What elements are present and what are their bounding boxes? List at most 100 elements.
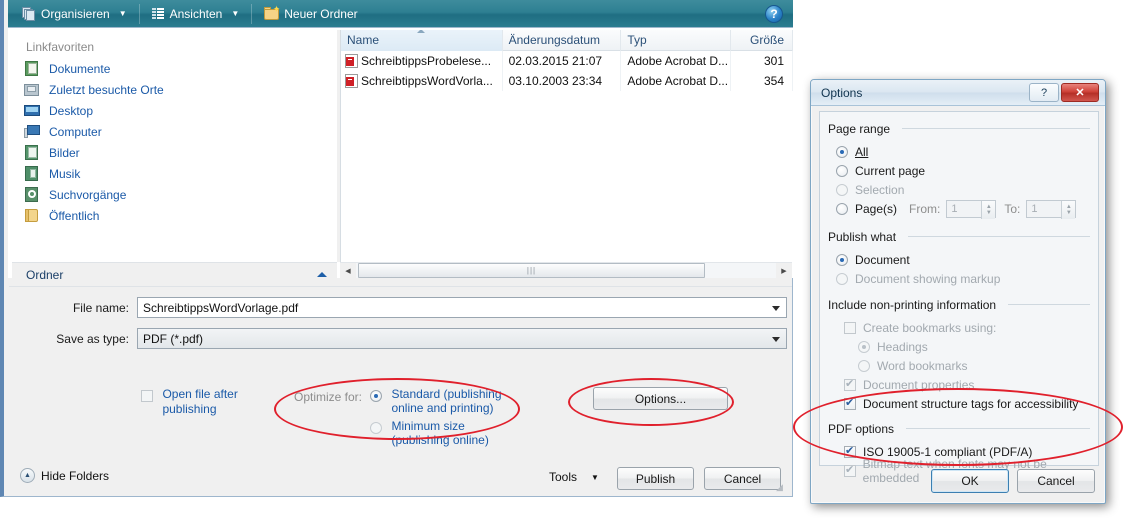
- iso-compliant-checkbox[interactable]: [844, 444, 856, 458]
- structure-tags-option[interactable]: Document structure tags for accessibilit…: [844, 394, 1098, 413]
- new-folder-button[interactable]: ✦ Neuer Ordner: [258, 2, 363, 26]
- page-range-selection-label: Selection: [855, 182, 905, 197]
- chevron-up-icon[interactable]: [317, 272, 327, 277]
- page-range-selection-radio: [836, 183, 848, 196]
- sidebar-item-label: Öffentlich: [49, 208, 100, 223]
- collapse-up-icon: ▲: [20, 468, 35, 483]
- page-range-all-radio[interactable]: [836, 145, 848, 158]
- sidebar-item-zuletzt-besuchte-orte[interactable]: Zuletzt besuchte Orte: [12, 79, 337, 100]
- sidebar-item-suchvorgaenge[interactable]: Suchvorgänge: [12, 184, 337, 205]
- column-header-type[interactable]: Typ: [621, 30, 732, 51]
- bitmap-text-checkbox: [844, 463, 856, 477]
- page-range-current-radio[interactable]: [836, 164, 848, 177]
- navigation-pane: Linkfavoriten Dokumente Zuletzt besuchte…: [12, 32, 337, 260]
- views-button[interactable]: Ansichten ▼: [146, 2, 246, 26]
- sidebar-item-computer[interactable]: Computer: [12, 121, 337, 142]
- publish-markup-label: Document showing markup: [855, 271, 1001, 286]
- spinner-arrows-icon[interactable]: ▲ ▼: [1061, 200, 1076, 219]
- optimize-for-label: Optimize for:: [294, 388, 362, 406]
- save-as-dialog: Organisieren ▼ Ansichten ▼ ✦ Neuer Ordne…: [0, 0, 793, 497]
- sidebar-item-dokumente[interactable]: Dokumente: [12, 58, 337, 79]
- hide-folders-button[interactable]: ▲ Hide Folders: [20, 468, 109, 483]
- organize-icon: [22, 6, 36, 21]
- documents-icon: [24, 61, 40, 76]
- file-name-input[interactable]: SchreibtippsWordVorlage.pdf: [137, 297, 787, 318]
- column-header-size[interactable]: Größe: [731, 30, 793, 51]
- save-as-type-label: Save as type:: [56, 331, 129, 346]
- scrollbar-track[interactable]: |||: [356, 263, 776, 278]
- to-label: To:: [1004, 201, 1021, 216]
- close-icon[interactable]: ✕: [1061, 83, 1099, 102]
- document-properties-checkbox: [844, 377, 856, 391]
- ok-button[interactable]: OK: [931, 469, 1009, 493]
- pdf-file-icon: [345, 74, 358, 88]
- publish-document-option[interactable]: Document: [836, 250, 1098, 269]
- views-label: Ansichten: [169, 6, 223, 21]
- publish-document-radio[interactable]: [836, 253, 848, 266]
- publish-button[interactable]: Publish: [617, 467, 694, 490]
- column-header-label: Änderungsdatum: [508, 33, 601, 47]
- publish-what-group: Publish what: [828, 228, 1098, 246]
- help-button[interactable]: ?: [1029, 83, 1059, 102]
- to-spinner[interactable]: 1 ▲ ▼: [1026, 199, 1077, 219]
- page-range-current-option[interactable]: Current page: [836, 161, 1098, 180]
- options-button[interactable]: Options...: [593, 387, 728, 410]
- optimize-minimum-radio[interactable]: [370, 422, 382, 434]
- bookmarks-headings-option: Headings: [858, 337, 1098, 356]
- open-after-publishing-checkbox[interactable]: [141, 390, 153, 402]
- cancel-button[interactable]: Cancel: [704, 467, 781, 490]
- open-after-publishing-label: Open file after publishing: [162, 387, 238, 416]
- spinner-arrows-icon[interactable]: ▲ ▼: [981, 200, 996, 219]
- optimize-for-text: Optimize for:: [294, 390, 363, 404]
- page-range-pages-option[interactable]: Page(s) From: 1 ▲ ▼ To: 1 ▲ ▼: [836, 199, 1098, 219]
- page-range-group: Page range: [828, 120, 1098, 138]
- scrollbar-thumb[interactable]: |||: [358, 263, 705, 278]
- options-title-bar[interactable]: Options ? ✕: [811, 80, 1105, 106]
- resize-grip-icon[interactable]: ◢: [776, 482, 786, 492]
- horizontal-scrollbar[interactable]: ◀ ||| ▶: [340, 262, 792, 278]
- optimize-standard-radio[interactable]: [370, 390, 382, 402]
- scroll-right-icon[interactable]: ▶: [776, 263, 792, 278]
- column-header-date[interactable]: Änderungsdatum: [503, 30, 622, 51]
- scroll-left-icon[interactable]: ◀: [340, 263, 356, 278]
- save-as-type-value: PDF (*.pdf): [143, 331, 204, 346]
- from-label: From:: [909, 201, 941, 216]
- create-bookmarks-checkbox: [844, 321, 856, 334]
- file-date-cell: 02.03.2015 21:07: [503, 51, 622, 71]
- save-as-type-select[interactable]: PDF (*.pdf): [137, 328, 787, 349]
- save-as-type-row: Save as type: PDF (*.pdf): [9, 328, 792, 349]
- sidebar-item-musik[interactable]: Musik: [12, 163, 337, 184]
- open-after-publishing-option[interactable]: Open file after publishing: [141, 387, 261, 417]
- file-type-cell: Adobe Acrobat D...: [621, 51, 732, 71]
- from-spinner[interactable]: 1 ▲ ▼: [946, 199, 997, 219]
- chevron-down-icon[interactable]: [772, 305, 780, 311]
- chevron-down-icon: ▼: [231, 9, 240, 18]
- folders-collapse-bar[interactable]: Ordner: [12, 262, 337, 286]
- page-range-all-option[interactable]: All: [836, 142, 1098, 161]
- tools-label: Tools: [549, 470, 578, 484]
- tools-menu-button[interactable]: Tools ▼: [549, 470, 599, 484]
- views-icon: [151, 7, 165, 20]
- sidebar-item-oeffentlich[interactable]: Öffentlich: [12, 205, 337, 226]
- help-icon[interactable]: ?: [765, 5, 783, 23]
- column-header-name[interactable]: Name: [341, 30, 503, 51]
- cancel-button[interactable]: Cancel: [1017, 469, 1095, 493]
- recent-places-icon: [24, 82, 40, 97]
- chevron-down-icon[interactable]: [772, 336, 780, 342]
- optimize-standard-option[interactable]: Standard (publishing online and printing…: [370, 387, 520, 415]
- structure-tags-checkbox[interactable]: [844, 396, 856, 410]
- table-row[interactable]: SchreibtippsWordVorla... 03.10.2003 23:3…: [341, 71, 793, 91]
- sidebar-item-bilder[interactable]: Bilder: [12, 142, 337, 163]
- chevron-down-icon[interactable]: ▼: [591, 473, 599, 482]
- structure-tags-label: Document structure tags for accessibilit…: [863, 396, 1079, 411]
- table-row[interactable]: SchreibtippsProbelese... 02.03.2015 21:0…: [341, 51, 793, 71]
- optimize-minimum-option[interactable]: Minimum size (publishing online): [370, 419, 522, 447]
- new-folder-icon: ✦: [264, 5, 280, 20]
- sidebar-item-desktop[interactable]: Desktop: [12, 100, 337, 121]
- file-name-value: SchreibtippsWordVorlage.pdf: [143, 300, 299, 315]
- page-range-pages-radio[interactable]: [836, 202, 848, 215]
- pdf-options-title: PDF options: [828, 422, 895, 436]
- organize-button[interactable]: Organisieren ▼: [16, 2, 133, 26]
- create-bookmarks-label: Create bookmarks using:: [863, 320, 997, 335]
- file-name-row: File name: SchreibtippsWordVorlage.pdf: [9, 297, 792, 318]
